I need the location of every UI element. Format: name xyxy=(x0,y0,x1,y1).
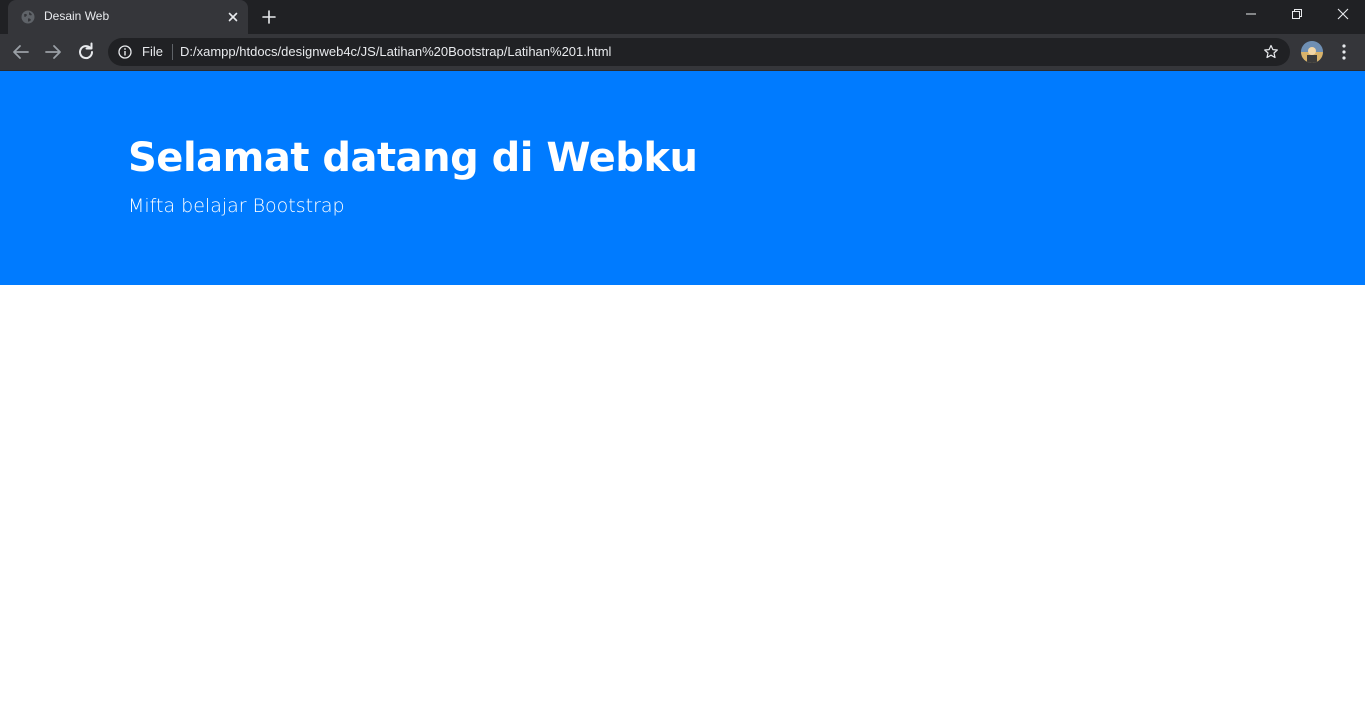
profile-avatar[interactable] xyxy=(1301,41,1323,63)
reload-icon[interactable] xyxy=(74,40,98,64)
jumbotron: Selamat datang di Webku Mifta belajar Bo… xyxy=(0,71,1365,285)
browser-window: Desain Web File D:/xampp/htdocs/designwe… xyxy=(0,0,1365,726)
info-icon[interactable] xyxy=(118,45,132,59)
back-arrow-icon[interactable] xyxy=(9,40,33,64)
page-title: Selamat datang di Webku xyxy=(128,135,698,181)
page-lead: Mifta belajar Bootstrap xyxy=(128,195,345,217)
forward-arrow-icon[interactable] xyxy=(41,40,65,64)
url-text[interactable]: D:/xampp/htdocs/designweb4c/JS/Latihan%2… xyxy=(180,44,611,59)
restore-icon xyxy=(1292,9,1302,19)
close-window-icon xyxy=(1337,8,1349,20)
tab-desain-web[interactable]: Desain Web xyxy=(8,0,248,34)
minimize-icon xyxy=(1246,13,1256,15)
scheme-label[interactable]: File xyxy=(142,44,163,59)
avatar-image xyxy=(1301,41,1323,63)
close-window-button[interactable] xyxy=(1320,0,1365,30)
minimize-button[interactable] xyxy=(1228,0,1274,30)
browser-toolbar: File D:/xampp/htdocs/designweb4c/JS/Lati… xyxy=(0,34,1365,71)
globe-icon xyxy=(21,10,35,24)
more-vert-icon[interactable] xyxy=(1336,42,1352,62)
address-bar[interactable]: File D:/xampp/htdocs/designweb4c/JS/Lati… xyxy=(108,38,1290,66)
address-divider xyxy=(172,44,173,60)
restore-button[interactable] xyxy=(1274,0,1320,30)
page-viewport: Selamat datang di Webku Mifta belajar Bo… xyxy=(0,71,1365,726)
close-icon[interactable] xyxy=(226,10,240,24)
tab-title: Desain Web xyxy=(44,9,110,23)
new-tab-icon[interactable] xyxy=(261,9,277,25)
bookmark-star-icon[interactable] xyxy=(1263,44,1279,60)
tab-strip: Desain Web xyxy=(0,0,1365,34)
